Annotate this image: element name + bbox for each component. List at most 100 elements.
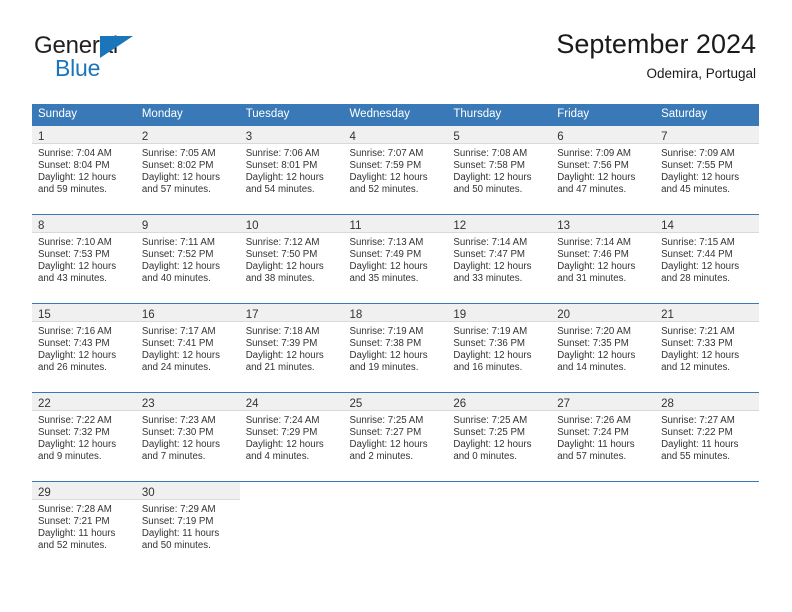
day-number-band: 19 bbox=[447, 304, 552, 322]
day-cell-inner: 28 Sunrise: 7:27 AM Sunset: 7:22 PM Dayligh… bbox=[655, 393, 759, 481]
day-number: 30 bbox=[141, 487, 155, 499]
calendar-week-row: 29 Sunrise: 7:28 AM Sunset: 7:21 PM Dayligh… bbox=[32, 481, 759, 570]
daylight-text-line2: and 40 minutes. bbox=[141, 273, 211, 285]
daylight-text-line1: Daylight: 12 hours bbox=[245, 261, 324, 273]
calendar-day-cell[interactable]: 27 Sunrise: 7:26 AM Sunset: 7:24 PM Dayligh… bbox=[551, 392, 656, 482]
daylight-text-line1: Daylight: 12 hours bbox=[557, 261, 636, 273]
daylight-text-line1: Daylight: 12 hours bbox=[38, 350, 117, 362]
sunset-text: Sunset: 7:30 PM bbox=[141, 427, 214, 439]
day-number: 9 bbox=[141, 220, 149, 232]
day-number-band bbox=[447, 482, 552, 500]
day-cell-details: Sunrise: 7:23 AM Sunset: 7:30 PM Daylight:… bbox=[136, 411, 240, 463]
day-number: 8 bbox=[38, 220, 45, 232]
calendar-day-cell[interactable]: 4 Sunrise: 7:07 AM Sunset: 7:59 PM Daylight… bbox=[343, 126, 448, 215]
calendar-day-cell[interactable]: 13 Sunrise: 7:14 AM Sunset: 7:46 PM Dayligh… bbox=[551, 214, 656, 304]
calendar-day-cell[interactable]: 28 Sunrise: 7:27 AM Sunset: 7:22 PM Dayligh… bbox=[655, 392, 759, 482]
calendar-day-cell[interactable]: 26 Sunrise: 7:25 AM Sunset: 7:25 PM Dayligh… bbox=[447, 392, 552, 482]
day-cell-details: Sunrise: 7:16 AM Sunset: 7:43 PM Daylight:… bbox=[32, 322, 136, 374]
sunset-text: Sunset: 7:59 PM bbox=[349, 160, 422, 172]
day-number: 20 bbox=[557, 309, 571, 321]
triangle-icon bbox=[100, 36, 133, 58]
calendar-day-cell[interactable]: 21 Sunrise: 7:21 AM Sunset: 7:33 PM Dayligh… bbox=[655, 303, 759, 393]
calendar-day-cell[interactable]: 18 Sunrise: 7:19 AM Sunset: 7:38 PM Dayligh… bbox=[343, 303, 448, 393]
sunset-text: Sunset: 7:53 PM bbox=[38, 249, 110, 261]
weekday-header-saturday: Saturday bbox=[655, 104, 759, 126]
calendar-day-cell[interactable]: 16 Sunrise: 7:17 AM Sunset: 7:41 PM Dayligh… bbox=[135, 303, 240, 393]
calendar-day-cell[interactable]: 11 Sunrise: 7:13 AM Sunset: 7:49 PM Dayligh… bbox=[343, 214, 448, 304]
calendar-day-cell[interactable]: 7 Sunrise: 7:09 AM Sunset: 7:55 PM Daylight… bbox=[655, 126, 759, 215]
day-cell-inner: 24 Sunrise: 7:24 AM Sunset: 7:29 PM Dayligh… bbox=[239, 393, 344, 481]
daylight-text-line2: and 45 minutes. bbox=[661, 184, 730, 196]
day-number: 6 bbox=[557, 131, 564, 143]
daylight-text-line2: and 28 minutes. bbox=[661, 273, 730, 285]
calendar-day-cell[interactable]: 15 Sunrise: 7:16 AM Sunset: 7:43 PM Dayligh… bbox=[32, 303, 136, 393]
daylight-text-line2: and 4 minutes. bbox=[245, 451, 310, 463]
sunset-text: Sunset: 7:25 PM bbox=[453, 427, 525, 439]
calendar-day-cell[interactable]: 22 Sunrise: 7:22 AM Sunset: 7:32 PM Dayligh… bbox=[32, 392, 136, 482]
calendar-day-cell[interactable]: 14 Sunrise: 7:15 AM Sunset: 7:44 PM Dayligh… bbox=[655, 214, 759, 304]
day-number: 11 bbox=[349, 220, 362, 232]
calendar-day-cell[interactable]: 29 Sunrise: 7:28 AM Sunset: 7:21 PM Dayligh… bbox=[32, 481, 136, 570]
day-cell-details: Sunrise: 7:15 AM Sunset: 7:44 PM Daylight:… bbox=[655, 233, 759, 285]
day-number: 1 bbox=[38, 131, 45, 143]
calendar-body: 1 Sunrise: 7:04 AM Sunset: 8:04 PM Daylight… bbox=[32, 126, 759, 570]
calendar-day-cell[interactable]: 17 Sunrise: 7:18 AM Sunset: 7:39 PM Dayligh… bbox=[239, 303, 344, 393]
day-number: 23 bbox=[141, 398, 155, 410]
calendar-day-cell[interactable]: 10 Sunrise: 7:12 AM Sunset: 7:50 PM Dayligh… bbox=[239, 214, 344, 304]
calendar-day-cell[interactable]: 12 Sunrise: 7:14 AM Sunset: 7:47 PM Dayligh… bbox=[447, 214, 552, 304]
day-number: 3 bbox=[245, 131, 253, 143]
day-number-band: 7 bbox=[655, 126, 759, 144]
sunrise-text: Sunrise: 7:24 AM bbox=[245, 415, 320, 426]
sunset-text: Sunset: 7:33 PM bbox=[661, 338, 733, 350]
daylight-text-line2: and 9 minutes. bbox=[38, 451, 102, 463]
daylight-text-line2: and 57 minutes. bbox=[557, 451, 627, 463]
daylight-text-line2: and 21 minutes. bbox=[245, 362, 315, 374]
calendar-day-cell[interactable]: 5 Sunrise: 7:08 AM Sunset: 7:58 PM Daylight… bbox=[447, 126, 552, 215]
day-number-band: 27 bbox=[551, 393, 656, 411]
brand-logo[interactable]: General Blue bbox=[34, 33, 274, 91]
day-cell-details: Sunrise: 7:21 AM Sunset: 7:33 PM Daylight:… bbox=[655, 322, 759, 374]
day-cell-inner: 19 Sunrise: 7:19 AM Sunset: 7:36 PM Dayligh… bbox=[447, 304, 552, 392]
sunset-text: Sunset: 7:36 PM bbox=[453, 338, 525, 350]
day-number-band bbox=[655, 482, 759, 500]
calendar-day-cell[interactable]: 2 Sunrise: 7:05 AM Sunset: 8:02 PM Daylight… bbox=[135, 126, 240, 215]
daylight-text-line1: Daylight: 12 hours bbox=[38, 172, 117, 184]
daylight-text-line1: Daylight: 12 hours bbox=[38, 439, 117, 451]
day-cell-details: Sunrise: 7:26 AM Sunset: 7:24 PM Daylight:… bbox=[551, 411, 655, 463]
calendar-day-cell[interactable]: 1 Sunrise: 7:04 AM Sunset: 8:04 PM Daylight… bbox=[32, 126, 136, 215]
calendar-day-cell[interactable]: 24 Sunrise: 7:24 AM Sunset: 7:29 PM Dayligh… bbox=[239, 392, 344, 482]
day-cell-inner: 7 Sunrise: 7:09 AM Sunset: 7:55 PM Daylight… bbox=[655, 126, 759, 214]
calendar-day-cell[interactable]: 8 Sunrise: 7:10 AM Sunset: 7:53 PM Daylight… bbox=[32, 214, 136, 304]
day-number-band: 8 bbox=[32, 215, 136, 233]
day-cell-inner: 5 Sunrise: 7:08 AM Sunset: 7:58 PM Daylight… bbox=[447, 126, 552, 214]
daylight-text-line1: Daylight: 12 hours bbox=[141, 172, 220, 184]
sunset-text: Sunset: 7:29 PM bbox=[245, 427, 318, 439]
day-cell-inner bbox=[343, 482, 448, 570]
sunrise-text: Sunrise: 7:12 AM bbox=[245, 237, 320, 248]
sunrise-text: Sunrise: 7:25 AM bbox=[453, 415, 528, 426]
calendar-day-cell[interactable]: 19 Sunrise: 7:19 AM Sunset: 7:36 PM Dayligh… bbox=[447, 303, 552, 393]
calendar-day-cell[interactable]: 30 Sunrise: 7:29 AM Sunset: 7:19 PM Dayligh… bbox=[135, 481, 240, 570]
day-cell-details: Sunrise: 7:10 AM Sunset: 7:53 PM Daylight:… bbox=[32, 233, 136, 285]
day-cell-inner: 20 Sunrise: 7:20 AM Sunset: 7:35 PM Dayligh… bbox=[551, 304, 656, 392]
day-cell-details: Sunrise: 7:06 AM Sunset: 8:01 PM Daylight:… bbox=[240, 144, 344, 196]
calendar-table: Sunday Monday Tuesday Wednesday Thursday Frid… bbox=[32, 104, 759, 570]
day-cell-details: Sunrise: 7:25 AM Sunset: 7:27 PM Daylight:… bbox=[344, 411, 448, 463]
day-number: 4 bbox=[349, 131, 356, 143]
day-cell-details: Sunrise: 7:25 AM Sunset: 7:25 PM Daylight:… bbox=[447, 411, 551, 463]
day-cell-details: Sunrise: 7:22 AM Sunset: 7:32 PM Daylight:… bbox=[32, 411, 136, 463]
daylight-text-line2: and 0 minutes. bbox=[453, 451, 517, 463]
calendar-day-cell[interactable]: 6 Sunrise: 7:09 AM Sunset: 7:56 PM Daylight… bbox=[551, 126, 656, 215]
calendar-day-cell[interactable]: 9 Sunrise: 7:11 AM Sunset: 7:52 PM Daylight… bbox=[135, 214, 240, 304]
day-cell-inner: 3 Sunrise: 7:06 AM Sunset: 8:01 PM Daylight… bbox=[239, 126, 344, 214]
calendar-day-cell[interactable]: 25 Sunrise: 7:25 AM Sunset: 7:27 PM Dayligh… bbox=[343, 392, 448, 482]
calendar-day-cell[interactable]: 20 Sunrise: 7:20 AM Sunset: 7:35 PM Dayligh… bbox=[551, 303, 656, 393]
calendar-day-cell[interactable]: 23 Sunrise: 7:23 AM Sunset: 7:30 PM Dayligh… bbox=[135, 392, 240, 482]
calendar-cell-empty bbox=[239, 481, 344, 570]
daylight-text-line2: and 50 minutes. bbox=[453, 184, 523, 196]
calendar-day-cell[interactable]: 3 Sunrise: 7:06 AM Sunset: 8:01 PM Daylight… bbox=[239, 126, 344, 215]
day-number-band: 26 bbox=[447, 393, 552, 411]
daylight-text-line1: Daylight: 12 hours bbox=[349, 261, 428, 273]
day-number: 10 bbox=[245, 220, 259, 232]
daylight-text-line1: Daylight: 12 hours bbox=[141, 439, 220, 451]
